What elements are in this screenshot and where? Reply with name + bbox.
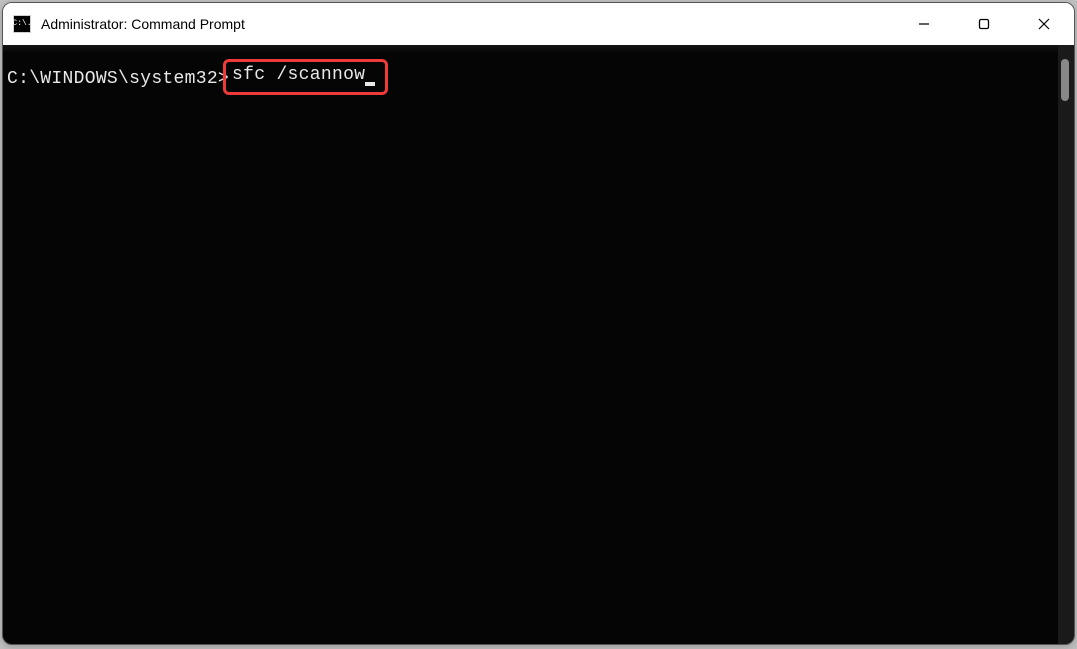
cmd-icon: C:\. xyxy=(13,15,31,33)
cmd-icon-text: C:\. xyxy=(12,20,31,28)
minimize-button[interactable] xyxy=(894,3,954,45)
terminal[interactable]: C:\WINDOWS\system32>sfc /scannow xyxy=(3,45,1058,644)
command-highlight-box: sfc /scannow xyxy=(223,59,388,95)
terminal-area: C:\WINDOWS\system32>sfc /scannow xyxy=(3,45,1074,644)
close-icon xyxy=(1038,18,1050,30)
maximize-icon xyxy=(978,18,990,30)
minimize-icon xyxy=(918,18,930,30)
close-button[interactable] xyxy=(1014,3,1074,45)
titlebar[interactable]: C:\. Administrator: Command Prompt xyxy=(3,3,1074,45)
window-controls xyxy=(894,3,1074,45)
vertical-scrollbar[interactable] xyxy=(1058,45,1074,644)
prompt-path: C:\WINDOWS\system32> xyxy=(7,69,229,89)
command-text: sfc /scannow xyxy=(232,65,365,85)
text-cursor xyxy=(365,82,375,86)
command-prompt-window: C:\. Administrator: Command Prompt xyxy=(2,2,1075,645)
scrollbar-thumb[interactable] xyxy=(1061,59,1069,101)
window-title: Administrator: Command Prompt xyxy=(41,16,894,32)
maximize-button[interactable] xyxy=(954,3,1014,45)
